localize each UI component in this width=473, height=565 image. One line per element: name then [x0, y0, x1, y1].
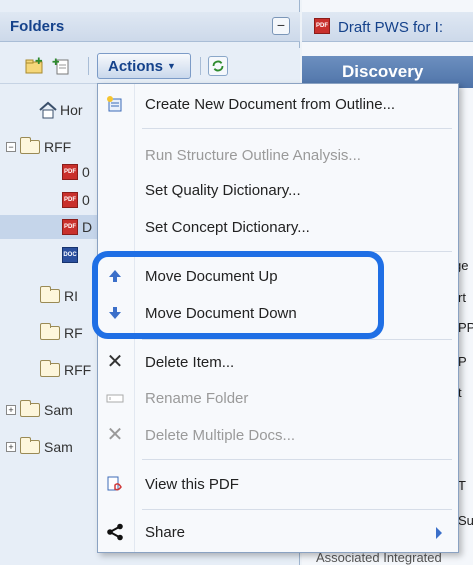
new-doc-icon [107, 96, 122, 112]
toolbar-separator [200, 57, 201, 75]
collapse-icon[interactable]: − [6, 142, 16, 152]
menu-item-set-quality-dictionary[interactable]: Set Quality Dictionary... [98, 174, 458, 206]
menu-item-label: Set Concept Dictionary... [145, 219, 310, 236]
pdf-icon: PDF [314, 18, 330, 34]
tree-item-label: RF [64, 325, 83, 341]
svg-text:✚: ✚ [35, 57, 43, 67]
menu-item-label: Rename Folder [145, 390, 249, 407]
pdf-icon: PDF [62, 192, 78, 208]
menu-item-delete-multiple-docs: ✕ Delete Multiple Docs... [98, 419, 458, 451]
rename-icon [106, 394, 124, 403]
tree-item-label: 0 [82, 164, 90, 180]
folder-icon [40, 323, 60, 340]
content-fragment: P [458, 354, 467, 369]
tree-item-label: Hor [60, 102, 83, 118]
chevron-down-icon: ▼ [167, 61, 176, 71]
toolbar-separator [88, 57, 89, 75]
menu-item-label: Share [145, 524, 186, 541]
document-header: PDF Draft PWS for I: [302, 12, 473, 42]
document-title: Draft PWS for I: [338, 19, 444, 36]
menu-separator [142, 459, 452, 460]
folder-icon [20, 437, 40, 454]
share-icon [107, 523, 123, 541]
menu-item-label: Set Quality Dictionary... [145, 182, 301, 199]
menu-item-delete-item[interactable]: ✕ Delete Item... [98, 346, 458, 378]
folder-icon [20, 400, 40, 417]
content-fragment: T [458, 478, 466, 493]
menu-item-label: Delete Item... [145, 354, 235, 371]
folder-icon [40, 360, 60, 377]
menu-item-label: View this PDF [145, 476, 239, 493]
refresh-icon[interactable] [208, 56, 228, 76]
menu-item-view-pdf[interactable]: View this PDF [98, 468, 458, 500]
menu-separator [142, 339, 452, 340]
menu-item-label: Run Structure Outline Analysis... [145, 147, 361, 164]
actions-dropdown-button[interactable]: Actions ▼ [97, 53, 191, 79]
doc-icon: DOC [62, 247, 78, 263]
content-fragment: Su [458, 513, 473, 528]
menu-item-run-structure-analysis: Run Structure Outline Analysis... [98, 139, 458, 171]
tree-item-label: Sam [44, 402, 73, 418]
pdf-view-icon [107, 476, 122, 491]
tree-item-label: D [82, 219, 93, 235]
content-fragment: rt [458, 290, 466, 305]
expand-icon[interactable]: + [6, 405, 16, 415]
x-icon: ✕ [106, 424, 124, 446]
folders-toolbar: ✚ ✚ Actions ▼ [0, 48, 300, 84]
tree-item-label: RFF [64, 362, 92, 378]
actions-button-label: Actions [108, 58, 164, 75]
pdf-icon: PDF [62, 219, 78, 235]
tree-item-label: RI [64, 288, 78, 304]
menu-item-share[interactable]: Share [98, 516, 458, 548]
home-icon [39, 101, 57, 119]
highlight-annotation [92, 251, 384, 339]
submenu-arrow-icon [436, 527, 442, 539]
new-document-icon[interactable]: ✚ [52, 56, 72, 76]
menu-separator [142, 509, 452, 510]
menu-item-label: Delete Multiple Docs... [145, 427, 296, 444]
folder-icon [40, 286, 60, 303]
tree-item-label: RFF [44, 139, 72, 155]
pdf-icon: PDF [62, 164, 78, 180]
collapse-panel-button[interactable]: − [272, 17, 290, 35]
menu-separator [142, 128, 452, 129]
folder-open-icon [20, 137, 40, 154]
tree-item-label: Sam [44, 439, 73, 455]
content-fragment: PP [458, 320, 473, 335]
menu-item-label: Create New Document from Outline... [145, 96, 396, 113]
new-folder-icon[interactable]: ✚ [24, 56, 44, 76]
expand-icon[interactable]: + [6, 442, 16, 452]
menu-item-rename-folder: Rename Folder [98, 382, 458, 414]
svg-text:✚: ✚ [52, 58, 60, 68]
menu-item-create-new-document[interactable]: Create New Document from Outline... [98, 88, 458, 120]
x-icon: ✕ [106, 351, 124, 373]
tree-item-label: 0 [82, 192, 90, 208]
menu-item-set-concept-dictionary[interactable]: Set Concept Dictionary... [98, 211, 458, 243]
folders-title: Folders [10, 18, 65, 35]
folders-header: Folders − [0, 12, 300, 42]
